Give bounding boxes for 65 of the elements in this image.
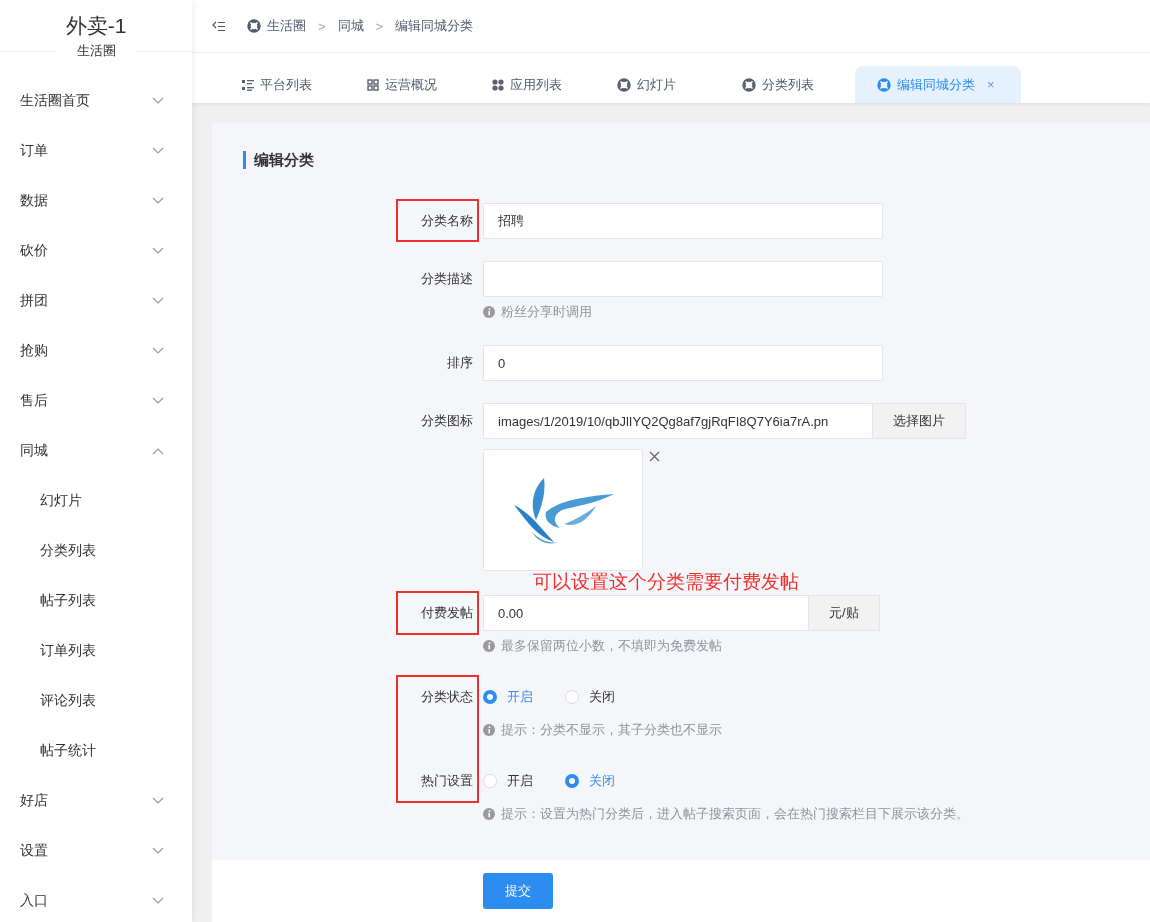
- breadcrumb-separator: >: [318, 18, 326, 34]
- text-field[interactable]: 0.00: [483, 595, 809, 631]
- submenu-item[interactable]: 分类列表: [40, 542, 96, 560]
- breadcrumb-separator: >: [375, 18, 384, 34]
- menu-item[interactable]: 好店: [20, 792, 48, 810]
- lifebuoy-icon: [877, 77, 891, 92]
- text-field[interactable]: 0: [483, 345, 883, 381]
- field-label: 分类图标: [421, 412, 473, 430]
- list-icon: [242, 78, 254, 91]
- menu-item[interactable]: 订单: [20, 142, 48, 160]
- tab[interactable]: 分类列表: [732, 66, 857, 103]
- menu-item[interactable]: 抢购: [20, 342, 48, 360]
- text-field[interactable]: [483, 261, 883, 297]
- radio-label[interactable]: 关闭: [589, 688, 615, 706]
- field-label: 排序: [447, 354, 473, 372]
- field-label: 分类名称: [421, 212, 473, 230]
- hint-text: 粉丝分享时调用: [501, 303, 592, 321]
- submenu-item[interactable]: 订单列表: [40, 642, 96, 660]
- menu-item[interactable]: 售后: [20, 392, 48, 410]
- submenu-item[interactable]: 帖子统计: [40, 742, 96, 760]
- submenu-item[interactable]: 幻灯片: [40, 492, 82, 510]
- tab[interactable]: 平台列表: [232, 66, 357, 103]
- info-icon: [483, 640, 495, 652]
- radio-button[interactable]: [483, 690, 497, 704]
- text-field[interactable]: images/1/2019/10/qbJlIYQ2Qg8af7gjRqFI8Q7Y6ia7rA.pn: [483, 403, 873, 439]
- field-label: 付费发帖: [421, 604, 473, 622]
- tab[interactable]: 应用列表: [482, 66, 607, 103]
- annotation-text: 可以设置这个分类需要付费发帖: [533, 571, 799, 592]
- info-icon: [483, 808, 495, 820]
- lifebuoy-icon: [247, 19, 261, 33]
- menu-item[interactable]: 砍价: [20, 242, 48, 260]
- submenu-item[interactable]: 评论列表: [40, 692, 96, 710]
- menu-item[interactable]: 数据: [20, 192, 48, 210]
- choose-image-button[interactable]: 选择图片: [873, 403, 966, 439]
- tab[interactable]: 运营概况: [357, 66, 482, 103]
- radio-label[interactable]: 开启: [507, 772, 533, 790]
- grid-icon: [367, 78, 379, 91]
- apps-icon: [492, 78, 504, 91]
- field-label: 分类状态: [421, 688, 473, 706]
- menu-item[interactable]: 设置: [20, 842, 48, 860]
- info-icon: [483, 306, 495, 318]
- breadcrumb-item[interactable]: 编辑同城分类: [395, 17, 474, 35]
- submenu-item[interactable]: 帖子列表: [40, 592, 96, 610]
- menu-item[interactable]: 生活圈首页: [20, 92, 90, 110]
- collapse-menu-icon[interactable]: [212, 20, 225, 32]
- section-title: 编辑分类: [243, 151, 314, 169]
- hint-text: 提示：设置为热门分类后，进入帖子搜索页面，会在热门搜索栏目下展示该分类。: [501, 805, 969, 823]
- text-field[interactable]: 招聘: [483, 203, 883, 239]
- menu-item[interactable]: 入口: [20, 892, 48, 910]
- lifebuoy-icon: [742, 77, 756, 92]
- info-icon: [483, 724, 495, 736]
- breadcrumb-item[interactable]: 同城: [337, 17, 364, 35]
- menu-item[interactable]: 拼团: [20, 292, 48, 310]
- lifebuoy-icon: [617, 77, 631, 92]
- app-title: 外卖-1: [65, 13, 127, 39]
- field-label: 分类描述: [421, 270, 473, 288]
- tab[interactable]: 幻灯片: [607, 66, 732, 103]
- hint-text: 最多保留两位小数，不填即为免费发帖: [501, 637, 722, 655]
- breadcrumb-item[interactable]: 生活圈: [267, 17, 306, 35]
- menu-item[interactable]: 同城: [20, 442, 48, 460]
- app-subtitle: 生活圈: [75, 42, 117, 60]
- field-label: 热门设置: [421, 772, 473, 790]
- unit-addon: 元/贴: [809, 595, 880, 631]
- radio-button[interactable]: [565, 774, 579, 788]
- hint-text: 提示：分类不显示，其子分类也不显示: [501, 721, 722, 739]
